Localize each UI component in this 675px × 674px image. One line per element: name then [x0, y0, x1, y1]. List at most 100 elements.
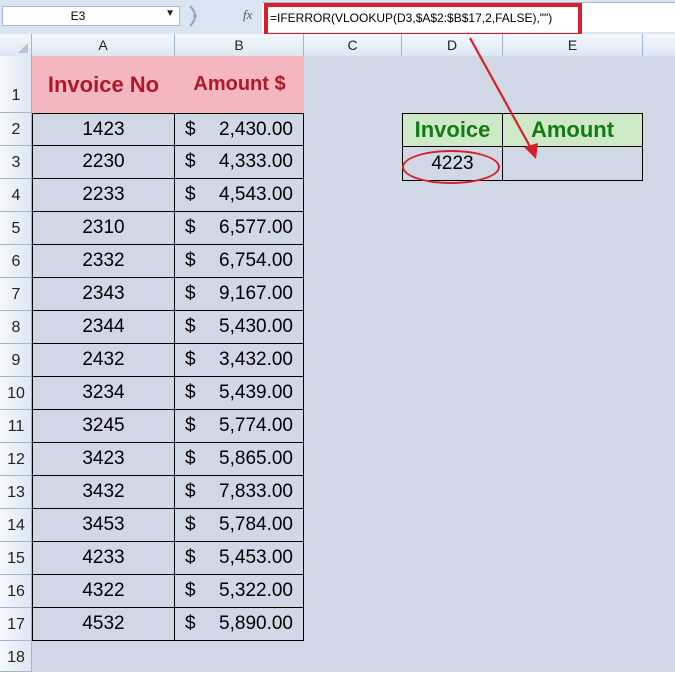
currency-symbol: $ [185, 349, 196, 370]
invoice-number: 2432 [82, 349, 125, 370]
invoice-cell[interactable]: 2432 [32, 344, 175, 377]
header-amount: Amount $ [193, 73, 286, 95]
invoice-number: 3453 [82, 514, 125, 535]
amount-value: 5,774.00 [219, 415, 293, 436]
invoice-cell[interactable]: 3234 [32, 377, 175, 410]
amount-value: 5,865.00 [219, 448, 293, 469]
amount-cell[interactable]: $9,167.00 [175, 278, 304, 311]
invoice-cell[interactable]: 2233 [32, 179, 175, 212]
column-header-a[interactable]: A [32, 34, 175, 56]
row-header-13[interactable]: 13 [0, 476, 32, 509]
amount-cell[interactable]: $5,453.00 [175, 542, 304, 575]
invoice-cell[interactable]: 4532 [32, 608, 175, 641]
invoice-cell[interactable]: 3432 [32, 476, 175, 509]
amount-cell[interactable]: $3,432.00 [175, 344, 304, 377]
cell-d2[interactable]: Invoice [402, 113, 503, 147]
cell-a1[interactable]: Invoice No [32, 56, 175, 113]
name-box[interactable]: E3 ▼ [2, 6, 180, 26]
amount-cell[interactable]: $5,430.00 [175, 311, 304, 344]
amount-value: 2,430.00 [219, 118, 293, 140]
row-header-12[interactable]: 12 [0, 443, 32, 476]
amount-cell[interactable]: $5,865.00 [175, 443, 304, 476]
invoice-cell[interactable]: 4322 [32, 575, 175, 608]
chevron-down-icon[interactable]: ▼ [165, 8, 175, 19]
insert-function-icon[interactable]: fx [243, 7, 252, 23]
column-header-e[interactable]: E [503, 34, 643, 56]
amount-cell[interactable]: $7,833.00 [175, 476, 304, 509]
invoice-cell[interactable]: 3423 [32, 443, 175, 476]
invoice-cell[interactable]: 2230 [32, 146, 175, 179]
row-header-5[interactable]: 5 [0, 212, 32, 245]
amount-cell[interactable]: $6,754.00 [175, 245, 304, 278]
invoice-cell[interactable]: 2344 [32, 311, 175, 344]
row-header-3[interactable]: 3 [0, 146, 32, 179]
currency-symbol: $ [185, 217, 196, 238]
column-header-c[interactable]: C [304, 34, 402, 56]
currency-symbol: $ [185, 250, 196, 271]
invoice-cell[interactable]: 4233 [32, 542, 175, 575]
column-header-d[interactable]: D [402, 34, 503, 56]
amount-value: 5,439.00 [219, 382, 293, 403]
amount-value: 3,432.00 [219, 349, 293, 370]
amount-cell[interactable]: $6,577.00 [175, 212, 304, 245]
lookup-header-invoice: Invoice [414, 117, 491, 142]
row-headers: 1 2 3 4 5 6 7 8 9 10 11 12 13 14 15 16 1… [0, 56, 32, 672]
currency-symbol: $ [185, 415, 196, 436]
currency-symbol: $ [185, 118, 196, 140]
amount-cell[interactable]: $5,784.00 [175, 509, 304, 542]
row-header-11[interactable]: 11 [0, 410, 32, 443]
invoice-number: 2233 [82, 184, 125, 205]
invoice-number: 2343 [82, 283, 125, 304]
formula-highlight-box [264, 3, 582, 37]
invoice-cell[interactable]: 3453 [32, 509, 175, 542]
cell-b1[interactable]: Amount $ [175, 56, 304, 113]
invoice-cell[interactable]: 3245 [32, 410, 175, 443]
column-headers: A B C D E [0, 34, 675, 57]
currency-symbol: $ [185, 580, 196, 601]
column-header-b[interactable]: B [175, 34, 304, 56]
currency-symbol: $ [185, 151, 196, 172]
amount-cell[interactable]: $5,890.00 [175, 608, 304, 641]
invoice-highlight-ellipse [402, 150, 500, 184]
cell-e2[interactable]: Amount [502, 113, 643, 147]
invoice-number: 4532 [82, 613, 125, 634]
row-header-6[interactable]: 6 [0, 245, 32, 278]
row-header-9[interactable]: 9 [0, 344, 32, 377]
name-box-value: E3 [70, 9, 86, 23]
invoice-cell[interactable]: 2310 [32, 212, 175, 245]
amount-cell[interactable]: $5,774.00 [175, 410, 304, 443]
amount-cell[interactable]: $5,322.00 [175, 575, 304, 608]
row-header-16[interactable]: 16 [0, 575, 32, 608]
row-header-2[interactable]: 2 [0, 113, 32, 146]
invoice-number: 4322 [82, 580, 125, 601]
row-header-18[interactable]: 18 [0, 641, 32, 672]
amount-value: 5,322.00 [219, 580, 293, 601]
invoice-number: 3245 [82, 415, 125, 436]
amount-cell[interactable]: $4,543.00 [175, 179, 304, 212]
currency-symbol: $ [185, 316, 196, 337]
invoice-cell[interactable]: 2332 [32, 245, 175, 278]
amount-cell[interactable]: $4,333.00 [175, 146, 304, 179]
row-header-8[interactable]: 8 [0, 311, 32, 344]
amount-cell[interactable]: $2,430.00 [175, 113, 304, 146]
formula-bar-resize-handle[interactable] [186, 4, 204, 28]
invoice-cell[interactable]: 1423 [32, 113, 175, 146]
row-header-15[interactable]: 15 [0, 542, 32, 575]
cell-e3[interactable] [502, 146, 643, 181]
row-header-14[interactable]: 14 [0, 509, 32, 542]
select-all-button[interactable] [0, 34, 32, 56]
column-header-f[interactable] [643, 34, 675, 56]
row-header-7[interactable]: 7 [0, 278, 32, 311]
amount-cell[interactable]: $5,439.00 [175, 377, 304, 410]
row-header-10[interactable]: 10 [0, 377, 32, 410]
amount-value: 5,784.00 [219, 514, 293, 535]
invoice-number: 1423 [82, 118, 125, 140]
currency-symbol: $ [185, 382, 196, 403]
row-header-4[interactable]: 4 [0, 179, 32, 212]
amount-value: 5,453.00 [219, 547, 293, 568]
invoice-cell[interactable]: 2343 [32, 278, 175, 311]
row-header-17[interactable]: 17 [0, 608, 32, 641]
row-header-1[interactable]: 1 [0, 56, 32, 113]
amount-value: 6,577.00 [219, 217, 293, 238]
amount-value: 5,430.00 [219, 316, 293, 337]
